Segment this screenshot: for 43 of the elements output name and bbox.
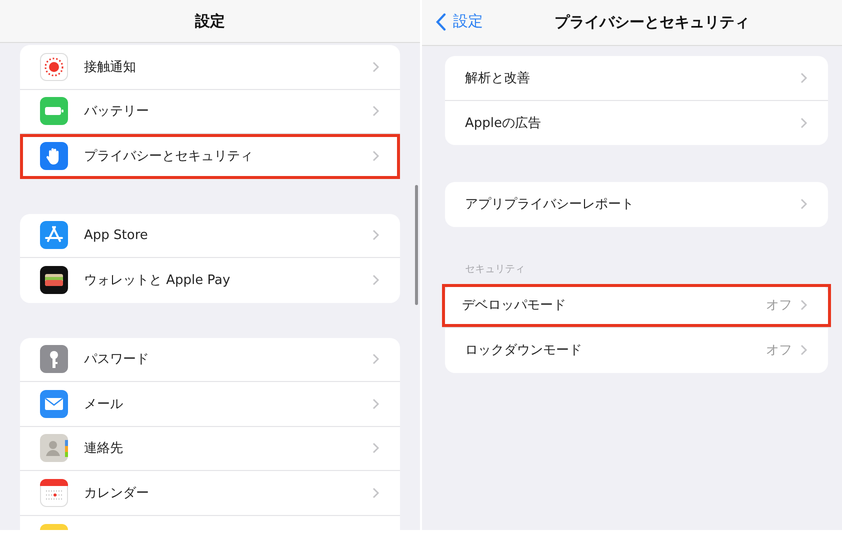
battery-icon <box>40 97 68 126</box>
chevron-icon <box>372 60 380 73</box>
screen-title: 設定 <box>195 12 225 30</box>
calendar-icon <box>40 478 68 507</box>
chevron-icon <box>372 274 380 286</box>
chevron-icon <box>372 442 380 454</box>
chevron-icon <box>372 486 380 499</box>
chevron-icon <box>800 72 808 84</box>
app-store-icon <box>40 221 68 250</box>
chevron-icon <box>800 344 808 356</box>
settings-item[interactable]: 接触通知 <box>20 45 400 90</box>
chevron-icon <box>800 198 808 210</box>
settings-item[interactable]: カレンダー <box>20 471 400 516</box>
hand-icon <box>40 142 68 170</box>
wallet-icon <box>40 266 68 294</box>
settings-item[interactable]: バッテリー <box>20 90 400 134</box>
settings-item[interactable]: 解析と改善 <box>445 56 828 100</box>
envelope-icon <box>40 390 68 418</box>
settings-item[interactable]: メール <box>20 382 400 426</box>
back-button[interactable]: 設定 <box>436 12 483 31</box>
section-header: セキュリティ <box>464 262 526 276</box>
chevron-icon <box>372 150 380 162</box>
screen-title: プライバシーとセキュリティ <box>554 13 750 32</box>
settings-item[interactable]: パスワード <box>20 338 400 382</box>
sun-icon <box>40 52 68 81</box>
settings-item[interactable]: デベロッパモード オフ <box>442 284 831 328</box>
contact-icon <box>40 434 68 462</box>
key-icon <box>40 345 68 374</box>
chevron-icon <box>372 105 380 118</box>
scrollbar[interactable] <box>415 185 418 305</box>
chevron-icon <box>800 299 808 312</box>
settings-item[interactable]: ロックダウンモード オフ <box>445 328 828 372</box>
settings-item[interactable]: App Store <box>20 214 400 258</box>
chevron-icon <box>372 229 380 242</box>
settings-item[interactable]: ウォレットと Apple Pay <box>20 258 400 302</box>
chevron-icon <box>800 116 808 129</box>
settings-item[interactable]: アプリプライバシーレポート <box>445 182 828 226</box>
chevron-icon <box>372 353 380 366</box>
chevron-icon <box>372 398 380 410</box>
settings-item[interactable]: プライバシーとセキュリティ <box>20 134 400 178</box>
settings-item[interactable]: Appleの広告 <box>445 100 828 145</box>
settings-item[interactable]: 連絡先 <box>20 426 400 471</box>
back-chevron-icon <box>436 12 446 30</box>
